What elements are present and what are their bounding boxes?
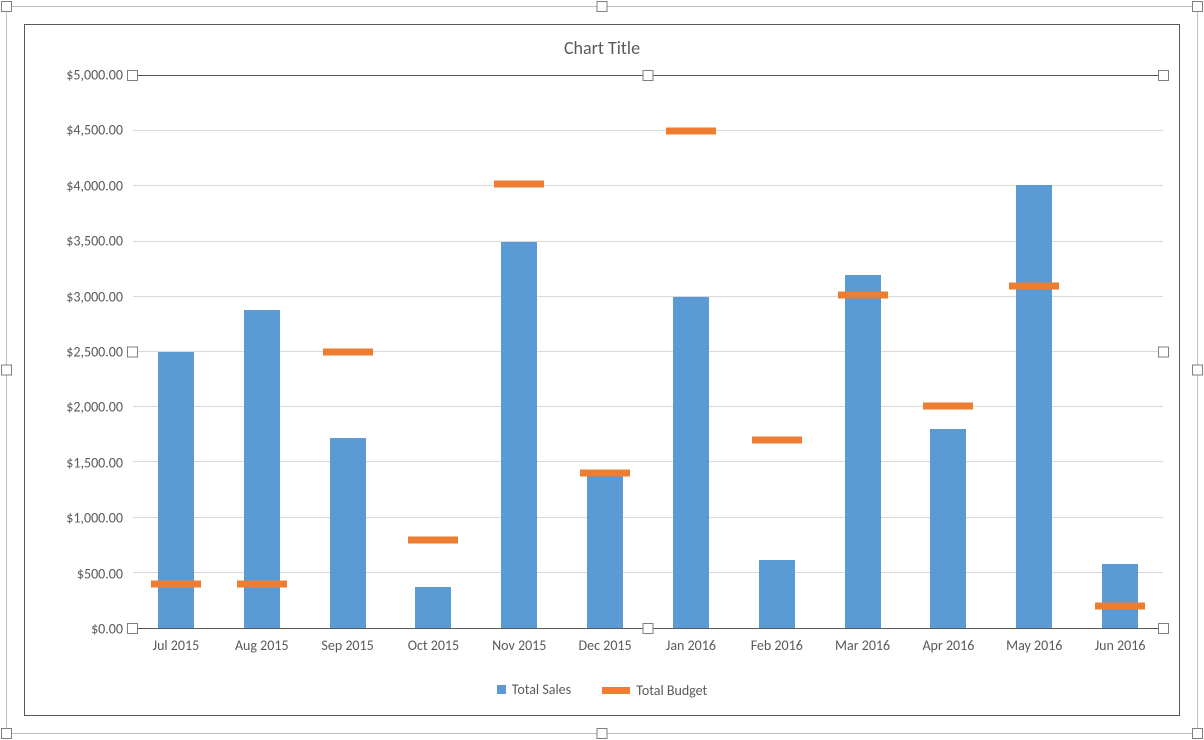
plot-wrapper: $0.00$500.00$1,000.00$1,500.00$2,000.00$… [41,75,1163,629]
legend-label-sales: Total Sales [512,681,571,698]
x-tick-label: Jul 2015 [153,637,200,654]
outer-handle-bm[interactable] [597,728,608,739]
x-tick-label: Mar 2016 [835,637,890,654]
chart-area[interactable]: Chart Title $0.00 $500.00 $1,000.00 $1,500.… [24,24,1180,716]
marker-total-budget[interactable] [666,128,716,135]
bar-total-sales[interactable] [759,560,795,628]
marker-total-budget[interactable] [237,580,287,587]
marker-total-budget[interactable] [1009,282,1059,289]
bar-total-sales[interactable] [1016,185,1052,628]
marker-total-budget[interactable] [580,470,630,477]
plot-handle-br[interactable] [1158,623,1169,634]
bar-group [391,76,477,628]
legend[interactable]: Total Sales Total Budget [25,681,1179,699]
y-tick-label: $500.00 [77,565,123,582]
y-tick-label: $3,500.00 [66,233,123,250]
outer-handle-br[interactable] [1192,728,1203,739]
legend-label-budget: Total Budget [636,682,707,699]
y-tick-label: $1,500.00 [66,454,123,471]
plot-handle-bm[interactable] [643,623,654,634]
bar-total-sales[interactable] [330,438,366,628]
bar-group [562,76,648,628]
bar-group [734,76,820,628]
y-tick-label: $3,000.00 [66,288,123,305]
outer-handle-tm[interactable] [597,1,608,12]
marker-total-budget[interactable] [1095,602,1145,609]
x-tick-label: Jun 2016 [1095,637,1146,654]
bar-group [133,76,219,628]
marker-total-budget[interactable] [151,580,201,587]
y-tick-label: $5,000.00 [66,67,123,84]
y-tick-label: $4,000.00 [66,177,123,194]
outer-handle-mr[interactable] [1192,365,1203,376]
y-tick-label: $2,500.00 [66,344,123,361]
y-tick-label: $0.00 [91,621,123,638]
y-tick-label: $1,000.00 [66,510,123,527]
marker-total-budget[interactable] [752,437,802,444]
x-tick-label: Dec 2015 [579,637,632,654]
legend-swatch-line-icon [602,687,630,694]
outer-handle-bl[interactable] [1,728,12,739]
x-tick-label: Apr 2016 [922,637,974,654]
y-tick-label: $4,500.00 [66,122,123,139]
bar-group [906,76,992,628]
bar-group [305,76,391,628]
plot-handle-tm[interactable] [643,70,654,81]
bar-group [820,76,906,628]
x-tick-label: Aug 2015 [235,637,289,654]
marker-total-budget[interactable] [494,181,544,188]
marker-total-budget[interactable] [323,349,373,356]
bar-total-sales[interactable] [845,275,881,628]
legend-item-sales[interactable]: Total Sales [497,681,571,698]
bar-total-sales[interactable] [501,242,537,628]
bar-group [1077,76,1163,628]
marker-total-budget[interactable] [838,291,888,298]
bar-total-sales[interactable] [930,429,966,628]
x-tick-label: Feb 2016 [751,637,803,654]
plot-area[interactable] [133,75,1163,629]
bar-total-sales[interactable] [1102,564,1138,628]
plot-handle-mr[interactable] [1158,347,1169,358]
bar-group [219,76,305,628]
marker-total-budget[interactable] [408,536,458,543]
legend-swatch-bar-icon [497,685,506,694]
y-axis[interactable]: $0.00$500.00$1,000.00$1,500.00$2,000.00$… [41,75,131,629]
plot-handle-tl[interactable] [127,70,138,81]
x-tick-label: May 2016 [1006,637,1062,654]
x-tick-label: Nov 2015 [492,637,546,654]
x-tick-label: Jan 2016 [666,637,716,654]
outer-handle-tl[interactable] [1,1,12,12]
bar-total-sales[interactable] [673,297,709,628]
x-tick-label: Sep 2015 [321,637,373,654]
plot-handle-bl[interactable] [127,623,138,634]
plot-handle-ml[interactable] [127,347,138,358]
outer-handle-ml[interactable] [1,365,12,376]
outer-handle-tr[interactable] [1192,1,1203,12]
bar-total-sales[interactable] [587,476,623,628]
x-axis[interactable]: Jul 2015 Aug 2015 Sep 2015 Oct 2015 Nov 2015… [133,635,1163,655]
chart-title[interactable]: Chart Title [25,25,1179,59]
marker-total-budget[interactable] [923,403,973,410]
bar-total-sales[interactable] [415,587,451,628]
bar-group [648,76,734,628]
plot-handle-tr[interactable] [1158,70,1169,81]
bar-group [991,76,1077,628]
x-tick-label: Oct 2015 [408,637,459,654]
y-tick-label: $2,000.00 [66,399,123,416]
bar-group [476,76,562,628]
legend-item-budget[interactable]: Total Budget [602,682,707,699]
